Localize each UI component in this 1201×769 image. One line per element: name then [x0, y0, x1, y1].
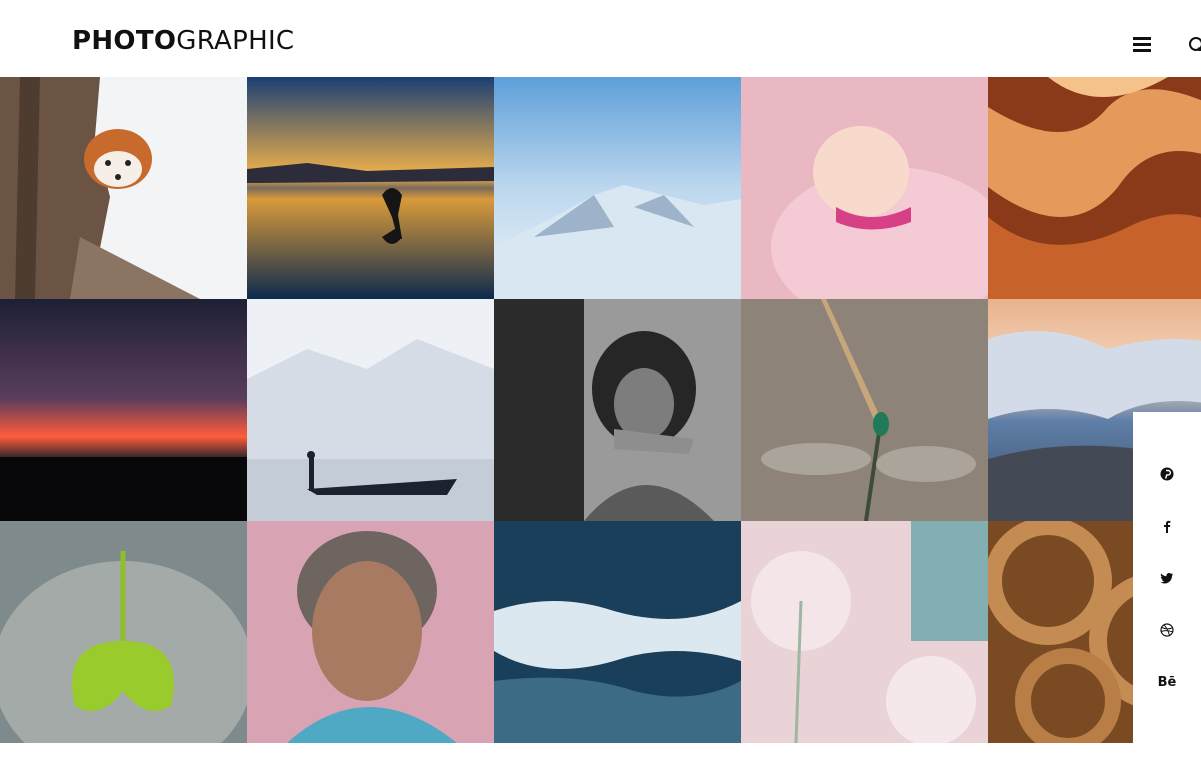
- pinterest-icon[interactable]: [1133, 462, 1201, 486]
- logo-bold-text: PHOTO: [72, 26, 177, 56]
- site-header: PHOTOGRAPHIC: [0, 0, 1201, 77]
- dribbble-icon[interactable]: [1133, 618, 1201, 642]
- gallery-item-buddha-ginkgo-leaf[interactable]: [0, 521, 247, 743]
- twitter-icon[interactable]: [1133, 566, 1201, 590]
- gallery-item-girl-portrait-bw[interactable]: [494, 299, 741, 521]
- photo-gallery: [0, 77, 1201, 743]
- social-sidebar: Bē: [1133, 412, 1201, 769]
- gallery-item-elderly-woman-portrait[interactable]: [247, 521, 494, 743]
- gallery-item-yoga-sunset-lake[interactable]: [247, 77, 494, 299]
- gallery-item-red-panda[interactable]: [0, 77, 247, 299]
- gallery-item-misty-fisherman[interactable]: [247, 299, 494, 521]
- hamburger-menu-icon[interactable]: [1133, 36, 1153, 52]
- facebook-icon[interactable]: [1133, 514, 1201, 538]
- gallery-item-dandelion-flowers[interactable]: [741, 521, 988, 743]
- behance-label: Bē: [1157, 674, 1177, 690]
- gallery-item-starry-dusk-sky[interactable]: [0, 299, 247, 521]
- site-logo[interactable]: PHOTOGRAPHIC: [72, 26, 294, 56]
- gallery-item-snowy-mountains[interactable]: [494, 77, 741, 299]
- gallery-item-ocean-waves[interactable]: [494, 521, 741, 743]
- behance-icon[interactable]: Bē: [1133, 670, 1201, 694]
- gallery-item-sandstone-canyon[interactable]: [988, 77, 1201, 299]
- search-icon[interactable]: [1187, 35, 1201, 51]
- gallery-item-dragonfly[interactable]: [741, 299, 988, 521]
- logo-light-text: GRAPHIC: [176, 26, 295, 56]
- gallery-item-pink-flamingo[interactable]: [741, 77, 988, 299]
